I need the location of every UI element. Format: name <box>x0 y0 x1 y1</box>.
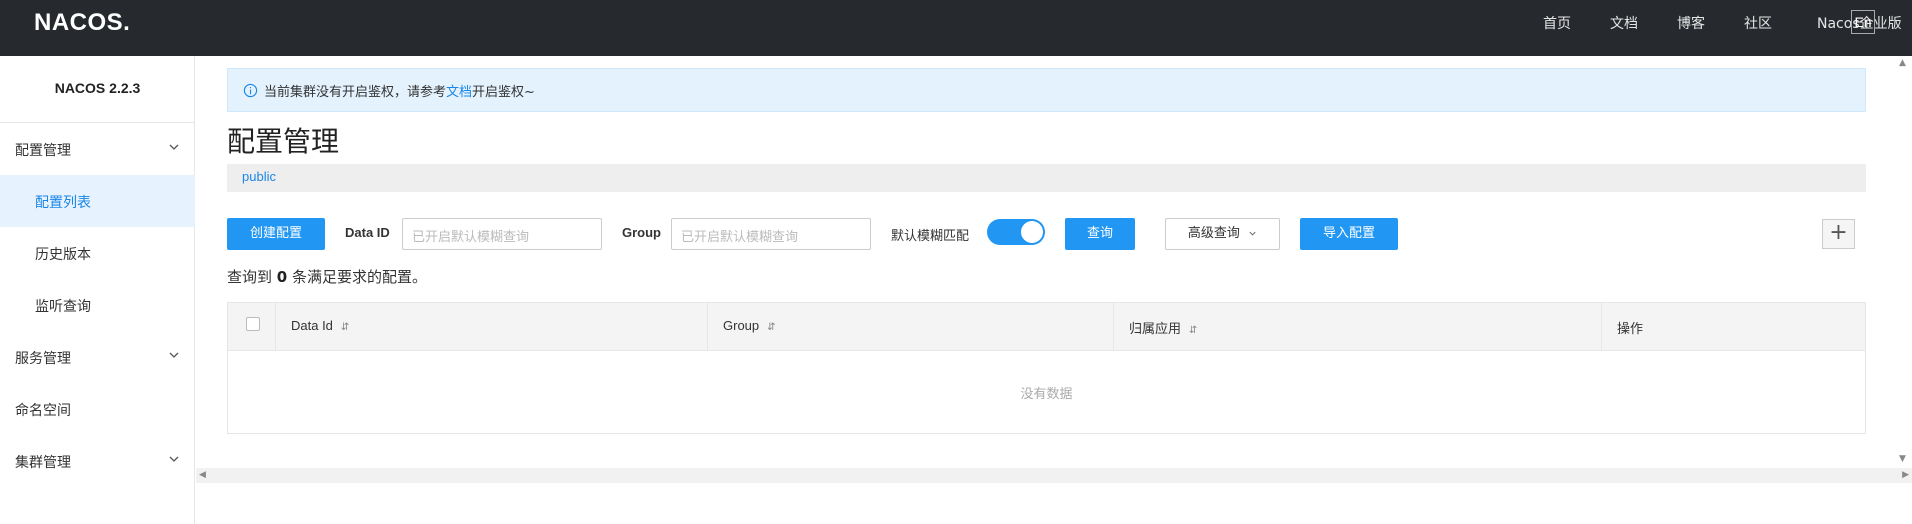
column-header-app[interactable]: 归属应用 ⇵ <box>1114 303 1602 351</box>
sidebar-item-label: 命名空间 <box>15 403 71 419</box>
result-count: 0 <box>276 268 288 286</box>
docs-link[interactable]: 文档 <box>446 85 472 100</box>
version-label: NACOS 2.2.3 <box>54 80 141 96</box>
scroll-left-arrow-icon[interactable]: ◀ <box>199 470 206 480</box>
column-header-dataid[interactable]: Data Id ⇵ <box>276 303 708 351</box>
scroll-down-arrow-icon[interactable]: ▼ <box>1899 454 1906 464</box>
sidebar-item-config-list[interactable]: 配置列表 <box>0 175 195 227</box>
advanced-search-button[interactable]: 高级查询 <box>1165 218 1280 250</box>
chevron-down-icon <box>1249 231 1256 236</box>
column-label: 归属应用 ⇵ <box>1129 318 1197 337</box>
advanced-search-label: 高级查询 <box>1187 226 1240 241</box>
search-button[interactable]: 查询 <box>1065 218 1135 250</box>
chevron-down-icon <box>169 352 179 358</box>
group-input[interactable]: 已开启默认模糊查询 <box>671 218 871 250</box>
dataid-input[interactable]: 已开启默认模糊查询 <box>402 218 602 250</box>
column-label: Data Id ⇵ <box>291 318 349 333</box>
group-placeholder: 已开启默认模糊查询 <box>681 230 799 245</box>
sidebar-item-history[interactable]: 历史版本 <box>0 227 195 279</box>
sidebar-item-label: 监听查询 <box>35 299 91 315</box>
sidebar-item-label: 历史版本 <box>35 247 91 263</box>
chevron-down-icon <box>169 144 179 150</box>
create-config-button[interactable]: 创建配置 <box>227 218 325 250</box>
sidebar-item-cluster-management[interactable]: 集群管理 <box>0 435 195 487</box>
sidebar-item-service-management[interactable]: 服务管理 <box>0 331 195 383</box>
dataid-label: Data ID <box>345 225 390 240</box>
namespace-bar: public <box>227 164 1866 192</box>
fuzzy-match-toggle[interactable] <box>987 219 1045 245</box>
result-summary: 查询到 0 条满足要求的配置。 <box>227 266 427 287</box>
scroll-right-arrow-icon[interactable]: ▶ <box>1902 470 1909 480</box>
notice-text: 当前集群没有开启鉴权，请参考文档开启鉴权~ <box>264 81 535 100</box>
column-header-group[interactable]: Group ⇵ <box>708 303 1114 351</box>
page-title: 配置管理 <box>227 125 340 158</box>
result-prefix: 查询到 <box>227 268 273 286</box>
chevron-down-icon <box>169 456 179 462</box>
language-switch-button[interactable]: En <box>1851 10 1875 34</box>
info-icon <box>243 83 258 98</box>
column-text: 操作 <box>1617 322 1644 337</box>
column-header-actions: 操作 <box>1602 303 1865 351</box>
sort-icon[interactable]: ⇵ <box>341 322 349 333</box>
auth-notice: 当前集群没有开启鉴权，请参考文档开启鉴权~ <box>227 68 1866 112</box>
config-table: Data Id ⇵ Group ⇵ 归属应用 ⇵ 操作 没有数据 <box>227 302 1866 434</box>
namespace-public[interactable]: public <box>242 169 276 184</box>
dataid-placeholder: 已开启默认模糊查询 <box>412 230 530 245</box>
nacos-logo[interactable]: NACOS. <box>34 9 130 37</box>
result-suffix: 条满足要求的配置。 <box>292 268 428 286</box>
sidebar-item-label: 集群管理 <box>15 455 71 471</box>
sidebar-item-label: 服务管理 <box>15 351 71 367</box>
empty-state: 没有数据 <box>1020 387 1073 402</box>
toggle-knob <box>1021 221 1043 243</box>
notice-prefix: 当前集群没有开启鉴权，请参考 <box>264 85 447 100</box>
sidebar-item-label: 配置列表 <box>35 195 91 211</box>
top-navbar: NACOS. 首页 文档 博客 社区 Nacos企业版 En <box>0 0 1912 56</box>
scroll-up-arrow-icon[interactable]: ▲ <box>1899 58 1906 68</box>
sidebar-item-label: 配置管理 <box>15 143 71 159</box>
add-button[interactable]: + <box>1822 219 1855 249</box>
group-label: Group <box>622 225 661 240</box>
nav-docs[interactable]: 文档 <box>1610 13 1638 33</box>
nav-blog[interactable]: 博客 <box>1677 13 1705 33</box>
fuzzy-match-label: 默认模糊匹配 <box>891 229 970 244</box>
nav-community[interactable]: 社区 <box>1744 13 1772 33</box>
import-config-button[interactable]: 导入配置 <box>1300 218 1398 250</box>
sort-icon[interactable]: ⇵ <box>1189 325 1197 336</box>
sidebar: NACOS 2.2.3 配置管理 配置列表 历史版本 监听查询 服务管理 命名空… <box>0 56 195 524</box>
table-header: Data Id ⇵ Group ⇵ 归属应用 ⇵ 操作 <box>228 303 1865 351</box>
column-text: Data Id <box>291 318 333 333</box>
horizontal-scrollbar[interactable]: ◀ ▶ <box>196 468 1912 483</box>
column-text: 归属应用 <box>1129 322 1182 337</box>
notice-suffix: 开启鉴权~ <box>472 85 535 100</box>
sidebar-item-namespace[interactable]: 命名空间 <box>0 383 195 435</box>
column-label: Group ⇵ <box>723 318 776 333</box>
nav-home[interactable]: 首页 <box>1543 13 1571 33</box>
sort-icon[interactable]: ⇵ <box>767 322 775 333</box>
sidebar-item-config-management[interactable]: 配置管理 <box>0 123 195 175</box>
sidebar-item-listener-query[interactable]: 监听查询 <box>0 279 195 331</box>
column-text: Group <box>723 318 760 333</box>
select-all-cell <box>228 303 276 351</box>
select-all-checkbox[interactable] <box>246 317 260 331</box>
